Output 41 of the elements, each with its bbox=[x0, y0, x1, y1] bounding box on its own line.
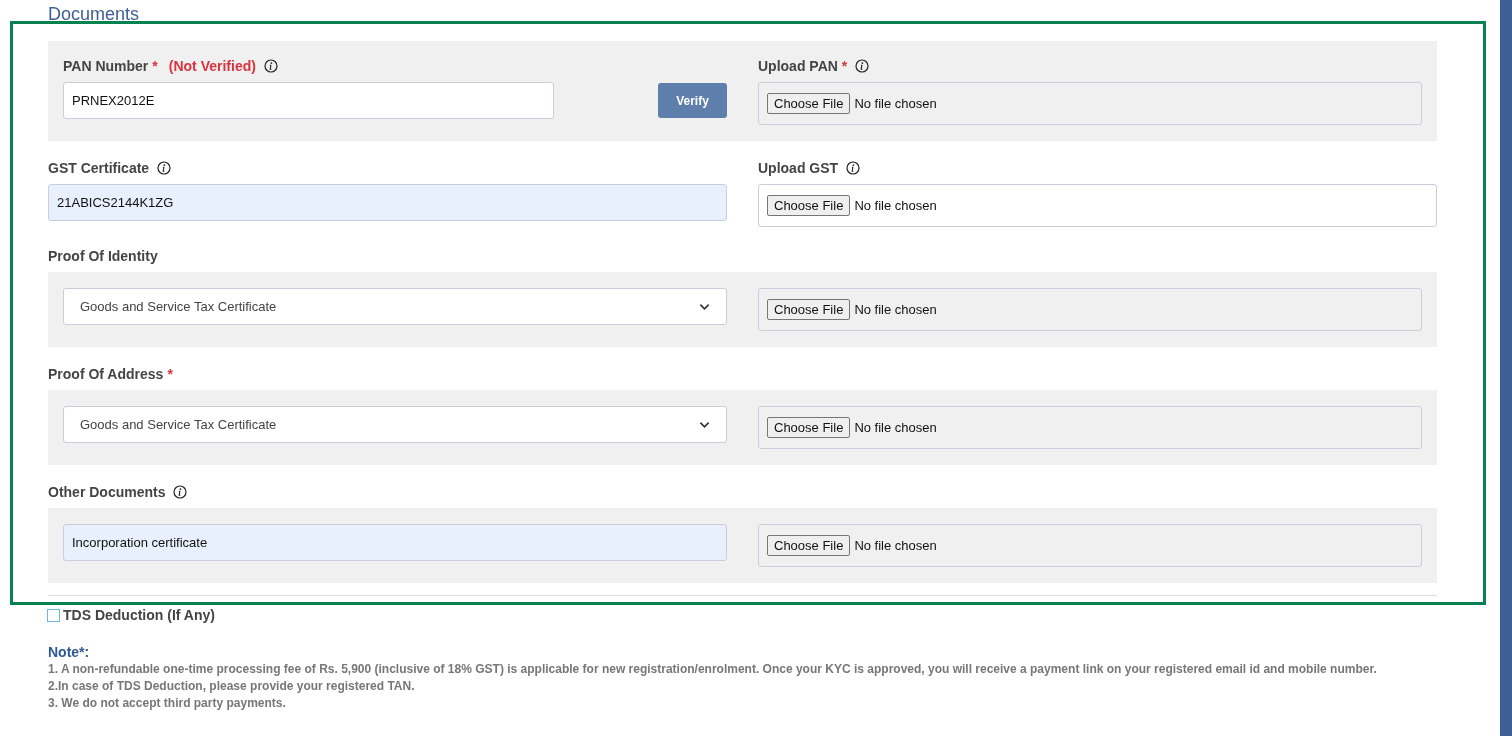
file-status: No file chosen bbox=[854, 198, 937, 213]
verify-button[interactable]: Verify bbox=[658, 83, 727, 118]
info-icon[interactable] bbox=[157, 161, 172, 175]
field-label: Proof Of Address bbox=[48, 366, 164, 382]
field-label: Upload GST bbox=[758, 160, 839, 176]
info-icon[interactable] bbox=[173, 485, 188, 499]
checkbox[interactable] bbox=[47, 608, 60, 622]
required-mark: * bbox=[167, 366, 173, 382]
field-label: GST Certificate bbox=[48, 160, 150, 176]
select-field[interactable]: Goods and Service Tax Certificate bbox=[63, 288, 727, 325]
required-mark: * bbox=[841, 58, 848, 74]
choose-file-button[interactable]: Choose File bbox=[767, 417, 851, 438]
input-field[interactable]: PRNEX2012E bbox=[63, 82, 554, 119]
required-mark: * bbox=[152, 58, 158, 74]
chevron-down-icon bbox=[699, 302, 710, 311]
checkbox-label: TDS Deduction (If Any) bbox=[63, 607, 215, 623]
note-text: 3. We do not accept third party payments. bbox=[48, 695, 287, 712]
input-field[interactable]: 21ABICS2144K1ZG bbox=[48, 184, 727, 221]
verification-status: (Not Verified) bbox=[168, 58, 256, 74]
field-label: Other Documents bbox=[48, 484, 166, 500]
select-field[interactable]: Goods and Service Tax Certificate bbox=[63, 406, 727, 443]
section-title: Documents bbox=[48, 3, 141, 25]
info-icon[interactable] bbox=[846, 161, 861, 175]
field-label: PAN Number bbox=[63, 58, 149, 74]
file-status: No file chosen bbox=[854, 302, 937, 317]
note-heading: Note*: bbox=[48, 643, 91, 661]
choose-file-button[interactable]: Choose File bbox=[767, 195, 851, 216]
file-status: No file chosen bbox=[854, 538, 937, 553]
choose-file-button[interactable]: Choose File bbox=[767, 299, 851, 320]
file-status: No file chosen bbox=[854, 420, 937, 435]
field-label: Upload PAN bbox=[758, 58, 838, 74]
info-icon[interactable] bbox=[855, 59, 870, 73]
note-text: 2.In case of TDS Deduction, please provide your registered TAN. bbox=[48, 678, 416, 695]
note-text: 1. A non-refundable one-time processing fee of Rs. 5,900 (inclusive of 18% GST) is applicable for new registration/enrolment. Once your KYC is approved, you will receive a payment link on your registered email id and mobile number. bbox=[48, 661, 1378, 678]
input-field[interactable]: Incorporation certificate bbox=[63, 524, 727, 561]
choose-file-button[interactable]: Choose File bbox=[767, 93, 851, 114]
chevron-down-icon bbox=[699, 420, 710, 429]
info-icon[interactable] bbox=[263, 59, 278, 73]
choose-file-button[interactable]: Choose File bbox=[767, 535, 851, 556]
field-label: Proof Of Identity bbox=[48, 248, 158, 264]
file-status: No file chosen bbox=[854, 96, 937, 111]
